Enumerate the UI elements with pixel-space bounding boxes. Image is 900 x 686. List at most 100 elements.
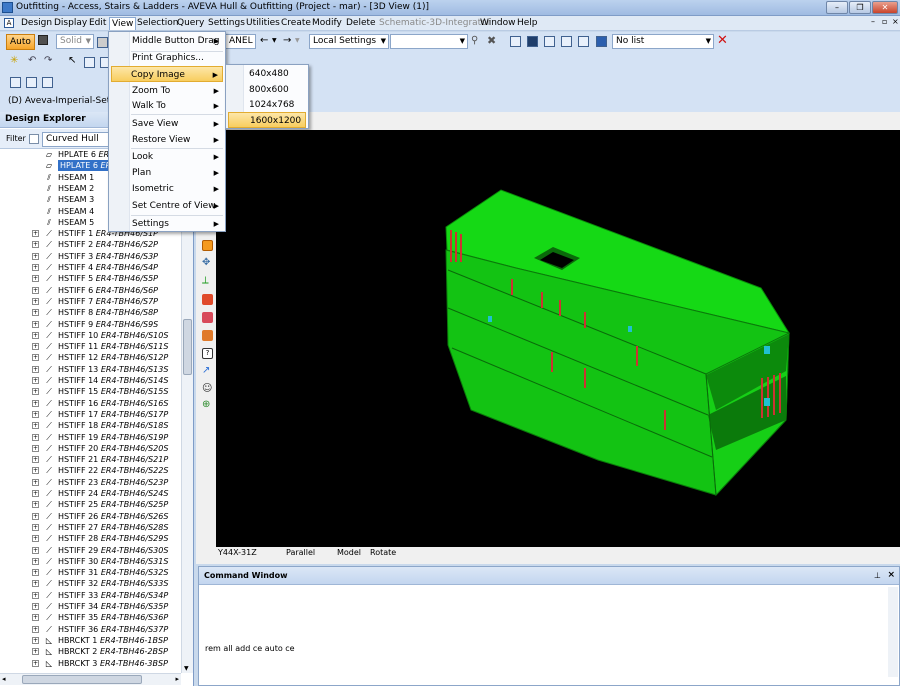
menu-create[interactable]: Create — [279, 17, 313, 30]
pan-icon[interactable]: ✥ — [202, 258, 213, 269]
tree-row[interactable]: + ◺ HBRCKT 3 ER4-TBH46-3BSP — [0, 658, 181, 669]
tree-row[interactable]: + ⟋ HSTIFF 9 ER4-TBH46/S9S — [0, 319, 181, 330]
menu-settings[interactable]: Settings — [206, 17, 247, 30]
section-icon-1[interactable] — [202, 294, 213, 305]
copy-image-640x480[interactable]: 640x480 — [228, 66, 306, 82]
color-swatch-icon[interactable] — [38, 35, 48, 45]
redo-icon[interactable]: ↷ — [44, 55, 52, 66]
pointer-icon[interactable]: ↖ — [68, 55, 76, 66]
tree-row[interactable]: + ⟋ HSTIFF 21 ER4-TBH46/S21P — [0, 454, 181, 465]
tree-row[interactable]: + ⟋ HSTIFF 19 ER4-TBH46/S19P — [0, 432, 181, 443]
tree-row[interactable]: + ⟋ HSTIFF 24 ER4-TBH46/S24S — [0, 488, 181, 499]
copy-icon[interactable] — [510, 36, 521, 47]
tree-row[interactable]: + ⟋ HSTIFF 35 ER4-TBH46/S36P — [0, 612, 181, 623]
restore-icon[interactable]: ❐ — [849, 1, 871, 14]
tree-row[interactable]: + ⟋ HSTIFF 15 ER4-TBH46/S15S — [0, 386, 181, 397]
tree-row[interactable]: + ⟋ HSTIFF 10 ER4-TBH46/S10S — [0, 330, 181, 341]
view-menu-item-isometric[interactable]: Isometric ▶ — [111, 181, 223, 197]
select-box-icon[interactable] — [84, 57, 95, 68]
tree-expand-icon[interactable]: + — [32, 388, 39, 396]
tree-row[interactable]: + ⟋ HSTIFF 26 ER4-TBH46/S26S — [0, 511, 181, 522]
scroll-left-icon[interactable]: ◂ — [2, 675, 6, 683]
tree-row[interactable]: + ◺ HBRCKT 1 ER4-TBH46-1BSP — [0, 635, 181, 646]
tree-row[interactable]: + ⟋ HSTIFF 22 ER4-TBH46/S22S — [0, 465, 181, 476]
tree-expand-icon[interactable]: + — [32, 535, 39, 543]
orient-icon[interactable]: ↗ — [202, 366, 213, 377]
window-icon-2[interactable] — [561, 36, 572, 47]
tree-row[interactable]: + ⟋ HSTIFF 17 ER4-TBH46/S17P — [0, 409, 181, 420]
tree-expand-icon[interactable]: + — [32, 501, 39, 509]
forward-dropdown-icon[interactable]: ▼ — [295, 37, 300, 44]
mdi-minimize-icon[interactable]: – — [871, 17, 875, 26]
tree-expand-icon[interactable]: + — [32, 365, 39, 373]
axis-icon[interactable]: ⟂ — [202, 276, 213, 287]
tree-row[interactable]: + ⟋ HSTIFF 23 ER4-TBH46/S23P — [0, 477, 181, 488]
tree-row[interactable]: + ◺ HBRCKT 2 ER4-TBH46-2BSP — [0, 646, 181, 657]
explorer-hscrollbar[interactable]: ◂ ▸ — [0, 673, 181, 685]
tree-expand-icon[interactable]: + — [32, 580, 39, 588]
auto-button[interactable]: Auto — [6, 34, 35, 50]
app-icon[interactable] — [2, 2, 13, 13]
tree-expand-icon[interactable]: + — [32, 467, 39, 475]
tree-expand-icon[interactable]: + — [32, 252, 39, 260]
window-icon-3[interactable] — [578, 36, 589, 47]
clear-icon[interactable]: ✖ — [487, 34, 496, 47]
menu-modify[interactable]: Modify — [310, 17, 344, 30]
tree-expand-icon[interactable]: + — [32, 230, 39, 238]
copy-image-800x600[interactable]: 800x600 — [228, 82, 306, 98]
tree-row[interactable]: + ⟋ HSTIFF 34 ER4-TBH46/S35P — [0, 601, 181, 612]
tree-row[interactable]: + ⟋ HSTIFF 3 ER4-TBH46/S3P — [0, 251, 181, 262]
save-icon[interactable] — [527, 36, 538, 47]
view-menu-item-walk-to[interactable]: Walk To ▶ — [111, 98, 223, 114]
tree-expand-icon[interactable]: + — [32, 286, 39, 294]
tree-row[interactable]: + ⟋ HSTIFF 8 ER4-TBH46/S8P — [0, 307, 181, 318]
tree-row[interactable]: + ⟋ HSTIFF 13 ER4-TBH46/S13S — [0, 364, 181, 375]
sparkle-icon[interactable]: ✳ — [10, 55, 18, 66]
centre-icon[interactable]: ⊕ — [202, 400, 213, 411]
walk-icon[interactable]: ☺ — [202, 384, 213, 395]
tree-expand-icon[interactable]: + — [32, 512, 39, 520]
tree-row[interactable]: + ⟋ HSTIFF 4 ER4-TBH46/S4P — [0, 262, 181, 273]
tree-expand-icon[interactable]: + — [32, 636, 39, 644]
forward-arrow-icon[interactable]: → — [283, 35, 291, 46]
tree-row[interactable]: + ⟋ HSTIFF 20 ER4-TBH46/S20S — [0, 443, 181, 454]
menu-window[interactable]: Window — [478, 17, 518, 30]
panel-combo[interactable]: ANEL — [226, 34, 256, 49]
copy-image-1024x768[interactable]: 1024x768 — [228, 97, 306, 113]
tree-row[interactable]: + ⟋ HSTIFF 5 ER4-TBH46/S5P — [0, 273, 181, 284]
scroll-down-icon[interactable]: ▼ — [184, 665, 189, 672]
back-arrow-icon[interactable]: ← — [260, 35, 268, 46]
view-menu-item-save-view[interactable]: Save View ▶ — [111, 116, 223, 132]
panel-icon-3[interactable] — [42, 77, 53, 88]
tree-expand-icon[interactable]: + — [32, 241, 39, 249]
clip-icon[interactable] — [202, 330, 213, 341]
tree-row[interactable]: + ⟋ HSTIFF 36 ER4-TBH46/S37P — [0, 624, 181, 635]
menu-help[interactable]: Help — [515, 17, 540, 30]
tree-expand-icon[interactable]: + — [32, 648, 39, 656]
tree-expand-icon[interactable]: + — [32, 297, 39, 305]
copy-image-1600x1200[interactable]: 1600x1200 — [228, 112, 306, 128]
view-menu-item-middle-button-drag[interactable]: Middle Button Drag ▶ — [111, 33, 223, 49]
tree-row[interactable]: + ⟋ HSTIFF 32 ER4-TBH46/S33S — [0, 578, 181, 589]
delete-list-icon[interactable]: ✕ — [717, 33, 728, 48]
panel-icon-1[interactable] — [10, 77, 21, 88]
tree-row[interactable]: + ⟋ HSTIFF 33 ER4-TBH46/S34P — [0, 590, 181, 601]
tree-row[interactable]: + ⟋ HSTIFF 18 ER4-TBH46/S18S — [0, 420, 181, 431]
close-command-icon[interactable]: × — [887, 570, 895, 580]
tree-expand-icon[interactable]: + — [32, 377, 39, 384]
view-menu-item-plan[interactable]: Plan ▶ — [111, 165, 223, 181]
tree-expand-icon[interactable]: + — [32, 331, 39, 339]
back-dropdown-icon[interactable]: ▼ — [272, 37, 277, 44]
undo-icon[interactable]: ↶ — [28, 55, 36, 66]
tree-expand-icon[interactable]: + — [32, 275, 39, 283]
explorer-vscroll-thumb[interactable] — [183, 319, 192, 375]
panel-icon-2[interactable] — [26, 77, 37, 88]
tree-row[interactable]: + ⟋ HSTIFF 27 ER4-TBH46/S28S — [0, 522, 181, 533]
menu-selection[interactable]: Selection — [135, 17, 180, 30]
binoculars-icon[interactable]: ⚲ — [471, 35, 478, 46]
tree-row[interactable]: + ⟋ HSTIFF 12 ER4-TBH46/S12P — [0, 352, 181, 363]
tree-row[interactable]: + ⟋ HSTIFF 29 ER4-TBH46/S30S — [0, 545, 181, 556]
menu-view[interactable]: View — [109, 17, 137, 30]
tree-expand-icon[interactable]: + — [32, 614, 39, 622]
menu-schematic-3d-integrator[interactable]: Schematic-3D-Integrator — [377, 17, 492, 30]
